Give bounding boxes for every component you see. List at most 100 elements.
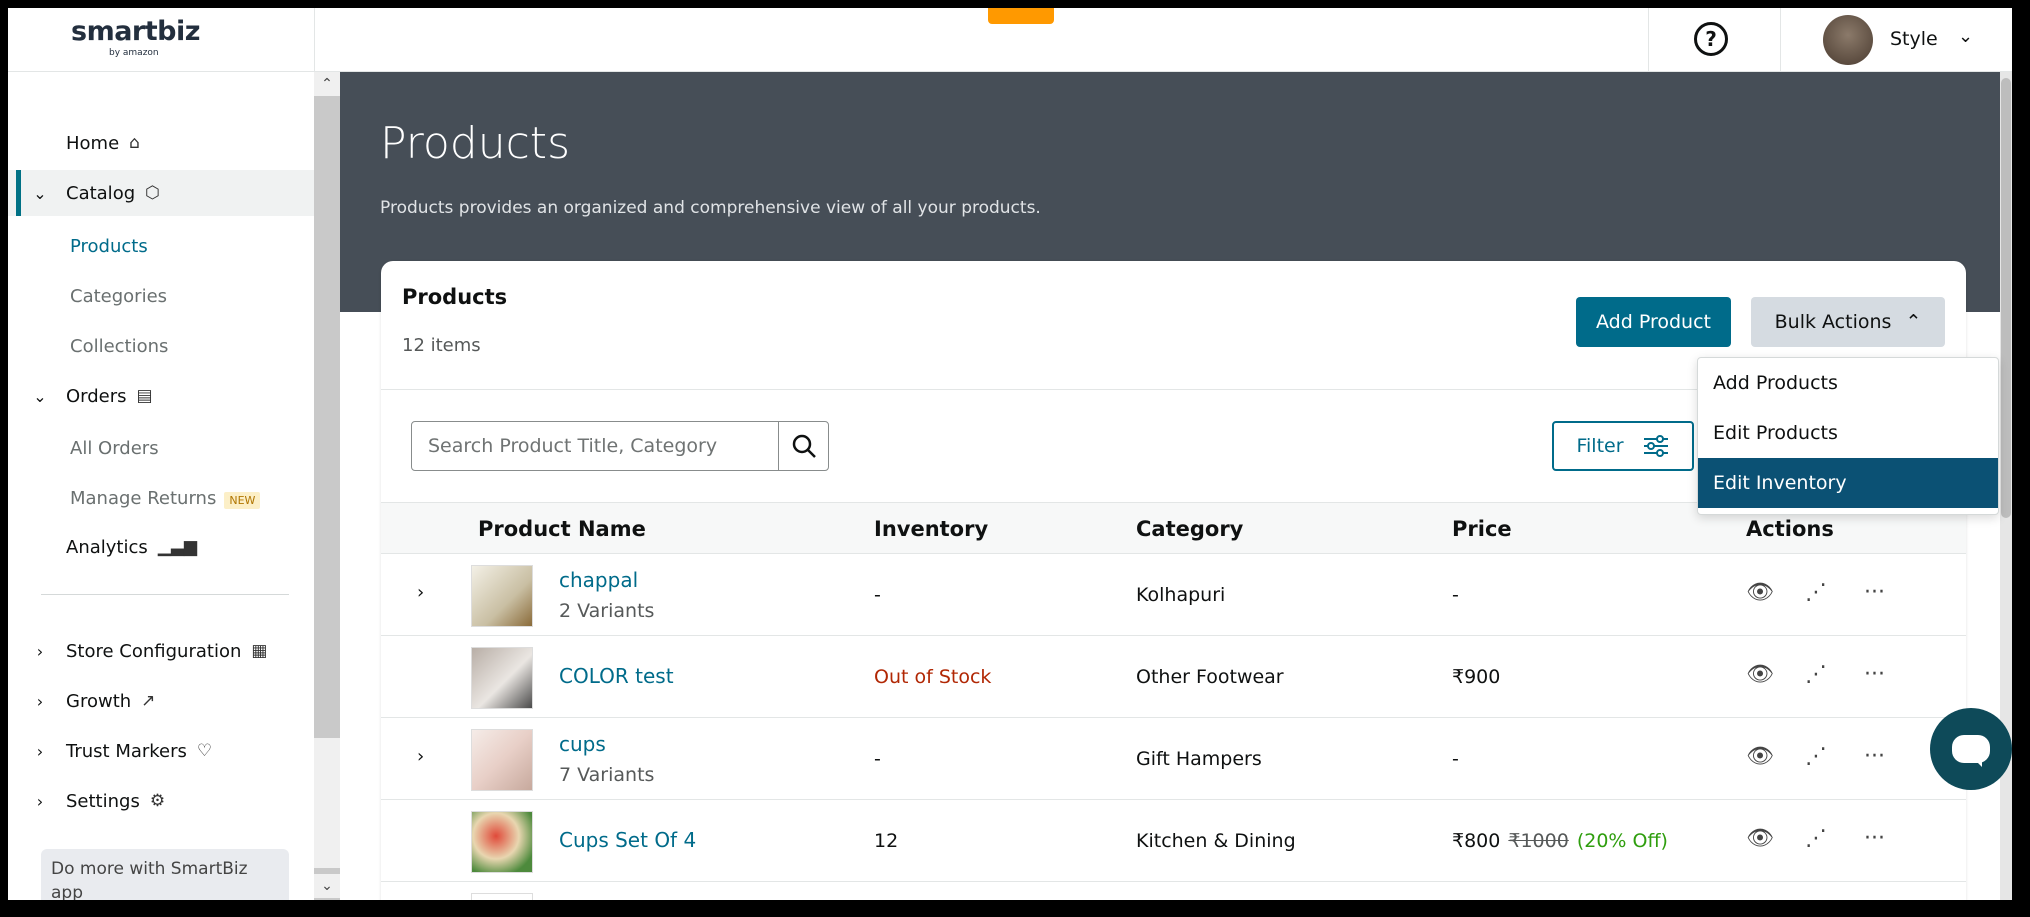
share-icon[interactable]: ⋰ (1805, 662, 1827, 687)
share-icon[interactable]: ⋰ (1805, 826, 1827, 851)
inventory-value: - (874, 748, 881, 770)
eye-icon[interactable]: 👁 (1746, 826, 1774, 851)
menu-item-edit-inventory[interactable]: Edit Inventory (1698, 458, 1998, 508)
bar-chart-icon: ▁▃▆ (157, 537, 197, 557)
table-row[interactable]: › cups 7 Variants - Gift Hampers - 👁 ⋰ ·… (381, 718, 1966, 800)
sidebar-scroll-thumb[interactable] (314, 738, 340, 868)
product-name-link[interactable]: Cups Set Of 4 (559, 828, 696, 852)
sidebar-item-label: Growth (66, 690, 132, 712)
sidebar-item-settings[interactable]: › Settings ⚙ (8, 778, 314, 824)
new-badge: NEW (224, 492, 261, 509)
notification-tab[interactable] (988, 8, 1054, 24)
sidebar-item-all-orders[interactable]: All Orders (70, 438, 159, 459)
price-value: ₹900 (1452, 666, 1501, 688)
chevron-down-icon[interactable]: ⌄ (1958, 26, 1973, 47)
divider (314, 8, 315, 72)
box-icon: ⬡ (145, 183, 160, 203)
chevron-right-icon: › (36, 641, 44, 661)
product-thumbnail[interactable] (471, 565, 533, 627)
sidebar-item-label: Settings (66, 790, 140, 812)
sidebar: Home ⌂ ⌄ Catalog ⬡ Products Categories Col… (8, 72, 314, 900)
column-header-actions: Actions (1746, 517, 1834, 541)
more-icon[interactable]: ··· (1864, 662, 1885, 687)
more-icon[interactable]: ··· (1864, 744, 1885, 769)
share-icon[interactable]: ⋰ (1805, 744, 1827, 769)
column-header-price[interactable]: Price (1452, 517, 1512, 541)
user-name[interactable]: Style (1890, 28, 1938, 50)
search-icon (792, 434, 816, 458)
table-row[interactable]: COLOR test Out of Stock Other Footwear ₹… (381, 636, 1966, 718)
chevron-right-icon: › (36, 741, 44, 761)
add-product-button[interactable]: Add Product (1576, 297, 1731, 347)
product-thumbnail[interactable] (471, 893, 533, 900)
eye-icon[interactable]: 👁 (1746, 580, 1774, 605)
search-button[interactable] (778, 422, 828, 470)
logo-text: smartbiz (71, 16, 200, 47)
sidebar-item-products[interactable]: Products (70, 236, 148, 257)
chevron-right-icon[interactable]: › (417, 582, 424, 603)
chevron-up-icon: ⌃ (1905, 311, 1922, 333)
variant-count: 2 Variants (559, 600, 655, 622)
table-row[interactable] (381, 882, 1966, 900)
chevron-right-icon[interactable]: › (417, 746, 424, 767)
product-name-link[interactable]: COLOR test (559, 664, 674, 688)
chat-button[interactable] (1930, 708, 2012, 790)
bulk-actions-label: Bulk Actions (1774, 311, 1892, 333)
main-scroll-thumb[interactable] (2001, 78, 2011, 518)
sidebar-item-label: Store Configuration (66, 640, 242, 662)
table-row[interactable]: Cups Set Of 4 12 Kitchen & Dining ₹800 ₹1… (381, 800, 1966, 882)
sidebar-item-collections[interactable]: Collections (70, 336, 168, 357)
product-name-link[interactable]: cups (559, 732, 606, 756)
sidebar-item-store-configuration[interactable]: › Store Configuration ▦ (8, 628, 314, 674)
sidebar-item-home[interactable]: Home ⌂ (8, 120, 314, 166)
scroll-up-icon[interactable]: ⌃ (314, 72, 340, 96)
inventory-value: - (874, 584, 881, 606)
eye-icon[interactable]: 👁 (1746, 662, 1774, 687)
table-row[interactable]: › chappal 2 Variants - Kolhapuri - 👁 ⋰ ·… (381, 554, 1966, 636)
logo-subtext: by amazon (109, 48, 159, 58)
item-count: 12 items (402, 335, 481, 356)
discount-label: (20% Off) (1576, 830, 1668, 852)
product-thumbnail[interactable] (471, 729, 533, 791)
sidebar-item-trust-markers[interactable]: › Trust Markers ♡ (8, 728, 314, 774)
bulk-actions-button[interactable]: Bulk Actions ⌃ (1751, 297, 1945, 347)
eye-icon[interactable]: 👁 (1746, 744, 1774, 769)
sidebar-item-catalog[interactable]: ⌄ Catalog ⬡ (8, 170, 314, 216)
top-bar: smartbiz by amazon ? Style ⌄ (8, 8, 2012, 72)
bulk-actions-menu: Add Products Edit Products Edit Inventor… (1697, 357, 1999, 515)
trend-up-icon: ↗ (141, 691, 156, 711)
card-title: Products (402, 285, 508, 309)
sale-price: ₹800 (1452, 830, 1501, 852)
sidebar-item-analytics[interactable]: Analytics ▁▃▆ (8, 524, 314, 570)
sidebar-item-manage-returns[interactable]: Manage Returns NEW (70, 488, 261, 509)
filter-button[interactable]: Filter (1552, 421, 1694, 471)
column-header-category[interactable]: Category (1136, 517, 1243, 541)
column-header-inventory[interactable]: Inventory (874, 517, 988, 541)
category-value: Other Footwear (1136, 666, 1284, 688)
sidebar-item-growth[interactable]: › Growth ↗ (8, 678, 314, 724)
product-thumbnail[interactable] (471, 647, 533, 709)
avatar[interactable] (1823, 15, 1873, 65)
sidebar-item-orders[interactable]: ⌄ Orders ▤ (8, 373, 314, 419)
menu-item-edit-products[interactable]: Edit Products (1698, 408, 1998, 458)
menu-item-add-products[interactable]: Add Products (1698, 358, 1998, 408)
scroll-down-icon[interactable]: ⌄ (314, 874, 340, 898)
chevron-down-icon: ⌄ (33, 386, 47, 406)
more-icon[interactable]: ··· (1864, 826, 1885, 851)
price-value: - (1452, 748, 1459, 770)
more-icon[interactable]: ··· (1864, 580, 1885, 605)
help-icon[interactable]: ? (1694, 22, 1728, 56)
search-input[interactable] (412, 422, 778, 470)
product-name-link[interactable]: chappal (559, 568, 638, 592)
variant-count: 7 Variants (559, 764, 655, 786)
share-icon[interactable]: ⋰ (1805, 580, 1827, 605)
sidebar-item-categories[interactable]: Categories (70, 286, 167, 307)
sidebar-item-label: Catalog (66, 182, 136, 204)
product-thumbnail[interactable] (471, 811, 533, 873)
chevron-right-icon: › (36, 791, 44, 811)
column-header-product-name[interactable]: Product Name (478, 517, 646, 541)
smartbiz-logo[interactable]: smartbiz by amazon (71, 16, 200, 59)
active-indicator (16, 170, 21, 216)
divider (1648, 8, 1649, 72)
app-promo-banner[interactable]: Do more with SmartBiz app (41, 849, 289, 900)
